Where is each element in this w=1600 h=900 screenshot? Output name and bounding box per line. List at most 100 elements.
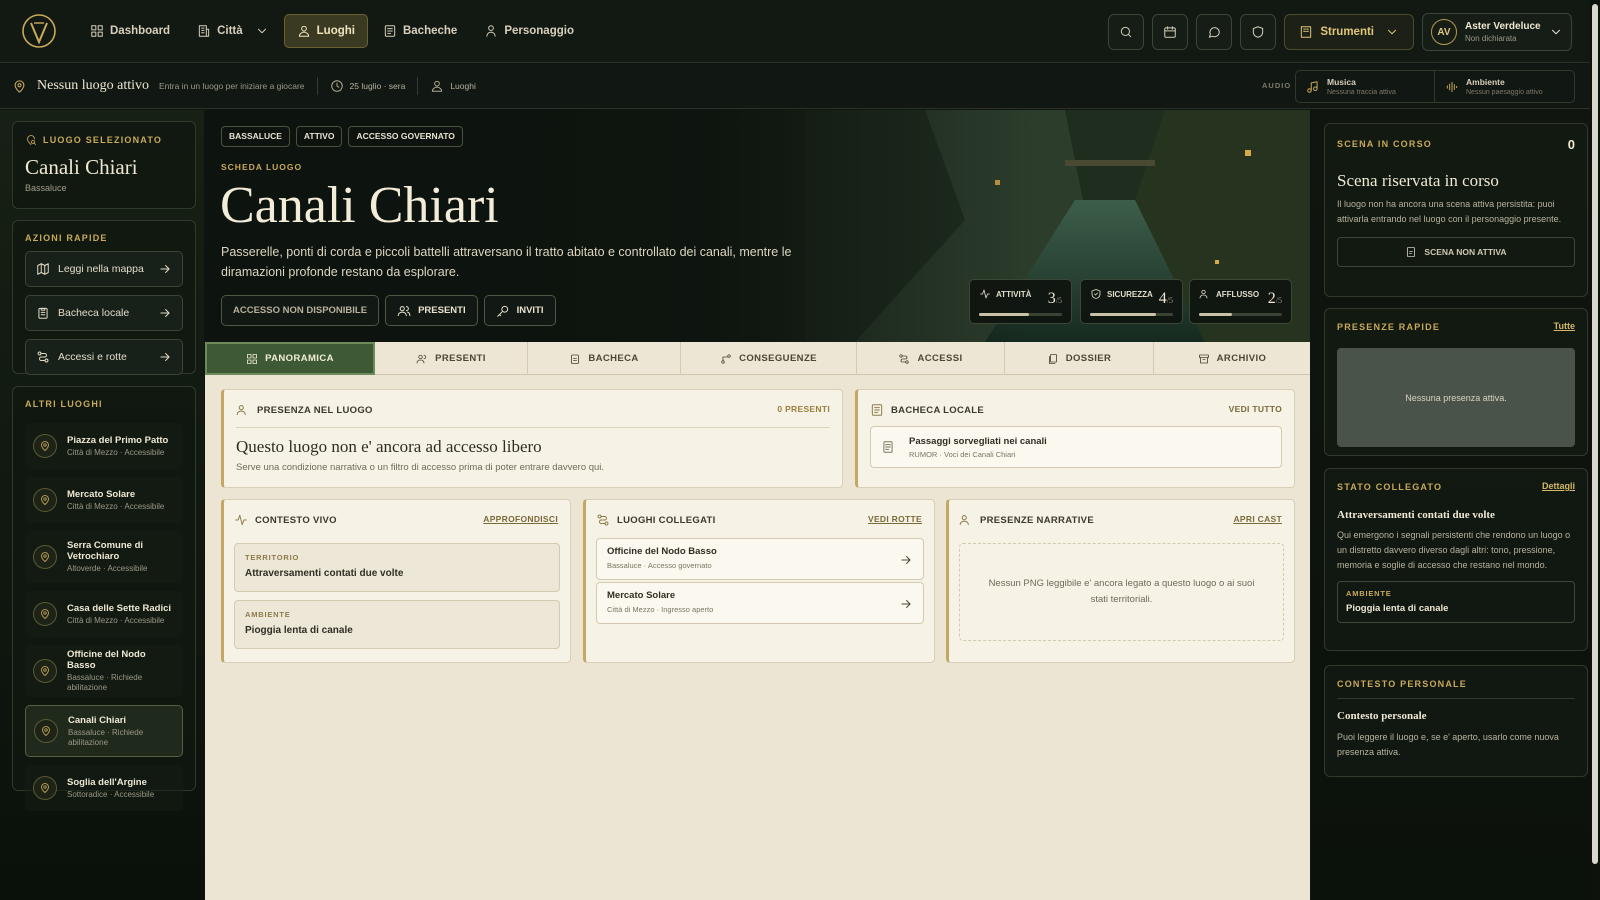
selected-location-label: LUOGO SELEZIONATO <box>43 135 163 145</box>
personal-context-title: Contesto personale <box>1337 710 1427 722</box>
nav-bacheche[interactable]: Bacheche <box>371 14 469 48</box>
user-menu[interactable]: AV Aster Verdeluce Non dichiarata <box>1422 13 1572 51</box>
tab-dossier[interactable]: DOSSIER <box>1005 342 1154 375</box>
location-list-item[interactable]: Serra Comune di Vetrochiaro Altoverde · A… <box>25 531 183 583</box>
linked-place-item[interactable]: Officine del Nodo Basso Bassaluce · Acce… <box>596 538 924 580</box>
tag-district: BASSALUCE <box>221 126 290 147</box>
stat-activity: ATTIVITÀ 3/5 <box>969 279 1072 324</box>
nav-dashboard[interactable]: Dashboard <box>78 14 182 48</box>
tab-panoramica[interactable]: PANORAMICA <box>205 342 375 375</box>
map-pin-icon <box>33 602 57 626</box>
card-title: LUOGHI COLLEGATI <box>617 514 716 526</box>
scrollbar-thumb[interactable] <box>1592 4 1598 864</box>
scene-label: SCENA IN CORSO <box>1337 139 1432 149</box>
present-button[interactable]: PRESENTI <box>385 295 478 326</box>
context-item: AMBIENTE Pioggia lenta di canale <box>234 600 560 649</box>
map-pin-icon <box>14 79 25 93</box>
clock-icon <box>330 80 343 92</box>
location-list-item[interactable]: Soglia dell'Argine Sottoradice · Accessib… <box>25 765 183 811</box>
quick-actions-label: AZIONI RAPIDE <box>25 233 108 243</box>
route-icon <box>899 353 910 364</box>
nav-label: Dashboard <box>110 25 171 37</box>
tab-archivio[interactable]: ARCHIVIO <box>1154 342 1310 375</box>
stat-max: /5 <box>1055 296 1062 305</box>
document-lock-icon <box>1407 247 1416 257</box>
location-meta: Città di Mezzo · Accessibile <box>67 501 165 511</box>
view-routes-link[interactable]: VEDI ROTTE <box>868 514 922 524</box>
music-note-icon <box>1307 80 1318 93</box>
tab-label: PRESENTI <box>435 353 486 364</box>
narrative-empty-state: Nessun PNG leggibile e' ancora legato a … <box>959 543 1284 641</box>
arrow-right-icon <box>901 556 911 564</box>
map-pin-icon <box>33 545 57 569</box>
tools-menu-button[interactable]: Strumenti <box>1284 14 1414 50</box>
audio-controls: Musica Nessuna traccia attiva Ambiente Nes… <box>1295 70 1575 103</box>
map-search-icon <box>27 135 36 145</box>
key-icon <box>496 305 508 317</box>
nav-citta[interactable]: Città <box>185 14 281 48</box>
location-list-item[interactable]: Officine del Nodo Basso Bassaluce · Richi… <box>25 645 183 697</box>
ambient-control[interactable]: Ambiente Nessun paesaggio attivo <box>1435 71 1574 102</box>
left-sidebar: LUOGO SELEZIONATO Canali Chiari Bassaluc… <box>0 110 204 900</box>
view-all-link[interactable]: VEDI TUTTO <box>1229 404 1282 414</box>
deepen-link[interactable]: APPROFONDISCI <box>483 514 558 524</box>
post-title: Passaggi sorvegliati nei canali <box>909 435 1047 447</box>
quick-action-board[interactable]: Bacheca locale <box>25 295 183 331</box>
location-list-item[interactable]: Casa delle Sette Radici Città di Mezzo · … <box>25 591 183 637</box>
scene-inactive-button[interactable]: SCENA NON ATTIVA <box>1337 237 1575 267</box>
access-unavailable-button[interactable]: ACCESSO NON DISPONIBILE <box>221 295 380 326</box>
document-icon <box>883 441 893 453</box>
shield-button[interactable] <box>1240 14 1277 50</box>
map-pin-icon <box>33 659 57 683</box>
route-icon <box>597 514 609 526</box>
music-control[interactable]: Musica Nessuna traccia attiva <box>1296 71 1435 102</box>
tab-bacheca[interactable]: BACHECA <box>528 342 681 375</box>
linked-place-item[interactable]: Mercato Solare Città di Mezzo · Ingresso… <box>596 582 924 624</box>
nav-label: Personaggio <box>504 25 574 37</box>
files-icon <box>1048 353 1057 364</box>
linked-state-title: Attraversamenti contati due volte <box>1337 509 1495 521</box>
button-label: PRESENTI <box>418 305 466 316</box>
audio-label: AUDIO <box>1262 81 1292 90</box>
presence-count: 0 PRESENTI <box>777 404 830 414</box>
users-icon <box>416 354 427 363</box>
card-title: PRESENZA NEL LUOGO <box>257 404 373 416</box>
hero-actions: ACCESSO NON DISPONIBILE PRESENTI INVITI <box>221 295 562 326</box>
messages-button[interactable] <box>1196 14 1233 50</box>
search-button[interactable] <box>1108 14 1145 50</box>
button-label: ACCESSO NON DISPONIBILE <box>233 305 368 316</box>
users-icon <box>1199 289 1208 299</box>
nav-luoghi[interactable]: Luoghi <box>283 14 368 48</box>
location-meta: Bassaluce · Richiede abilitazione <box>67 673 143 692</box>
user-status: Non dichiarata <box>1465 34 1517 43</box>
invites-button[interactable]: INVITI <box>483 295 556 326</box>
shield-icon <box>1253 26 1264 38</box>
arrow-right-icon <box>901 600 911 608</box>
route-icon <box>37 351 49 363</box>
location-meta: Bassaluce · Richiede abilitazione <box>68 727 144 747</box>
grid-icon <box>247 353 258 364</box>
board-icon <box>384 25 396 37</box>
stat-value: 2 <box>1267 290 1276 307</box>
stat-bar <box>1199 313 1282 316</box>
linked-state-text: Qui emergono i segnali persistenti che r… <box>1337 530 1571 570</box>
board-post[interactable]: Passaggi sorvegliati nei canali RUMOR · V… <box>870 426 1282 468</box>
quick-action-map[interactable]: Leggi nella mappa <box>25 251 183 287</box>
calendar-button[interactable] <box>1152 14 1189 50</box>
location-list-item[interactable]: Canali Chiari Bassaluce · Richiede abilit… <box>25 705 183 757</box>
app-logo[interactable] <box>20 11 58 51</box>
location-list-item[interactable]: Mercato Solare Città di Mezzo · Accessibi… <box>25 477 183 523</box>
tab-accessi[interactable]: ACCESSI <box>857 342 1005 375</box>
tab-conseguenze[interactable]: CONSEGUENZE <box>681 342 857 375</box>
stat-label: SICUREZZA <box>1107 289 1153 299</box>
nav-personaggio[interactable]: Personaggio <box>472 14 586 48</box>
quick-action-routes[interactable]: Accessi e rotte <box>25 339 183 375</box>
grid-icon <box>91 25 103 37</box>
view-all-presences-link[interactable]: Tutte <box>1554 321 1575 331</box>
details-link[interactable]: Dettagli <box>1542 481 1575 491</box>
location-list-item[interactable]: Piazza del Primo Patto Città di Mezzo · A… <box>25 423 183 469</box>
stat-max: /5 <box>1166 296 1173 305</box>
tab-presenti[interactable]: PRESENTI <box>375 342 528 375</box>
open-cast-link[interactable]: APRI CAST <box>1233 514 1282 524</box>
scrollbar[interactable] <box>1590 0 1600 900</box>
